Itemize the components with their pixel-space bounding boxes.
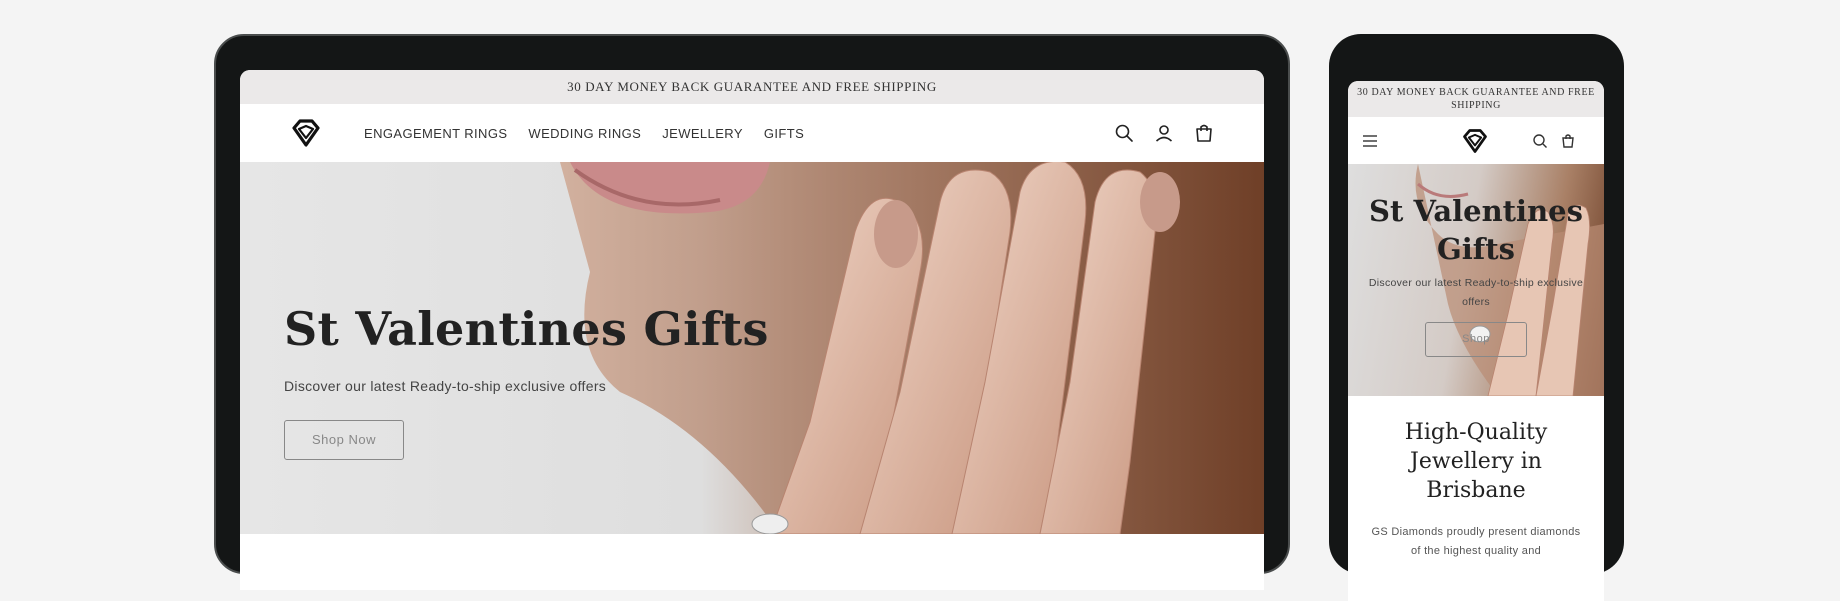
mobile-screen: 30 DAY MONEY BACK GUARANTEE AND FREE SHI… <box>1348 81 1604 601</box>
cart-icon[interactable] <box>1556 129 1580 153</box>
nav-item-jewellery[interactable]: JEWELLERY <box>662 126 743 141</box>
mobile-hero-content: St Valentines Gifts Discover our latest … <box>1348 192 1604 357</box>
cart-icon[interactable] <box>1192 121 1216 145</box>
diamond-logo-icon[interactable] <box>288 117 324 149</box>
account-icon[interactable] <box>1152 121 1176 145</box>
desktop-device-frame: 30 DAY MONEY BACK GUARANTEE AND FREE SHI… <box>214 34 1290 590</box>
search-icon[interactable] <box>1528 129 1552 153</box>
mobile-hero-title: St Valentines Gifts <box>1369 194 1583 266</box>
shop-now-button[interactable]: Shop Now <box>284 420 404 460</box>
hero-title: St Valentines Gifts <box>284 302 769 356</box>
search-icon[interactable] <box>1112 121 1136 145</box>
intro-section: High-Quality Jewellery in Brisbane GS Di… <box>1348 396 1604 561</box>
header-icons <box>1112 121 1216 145</box>
hero-subtitle: Discover our latest Ready-to-ship exclus… <box>284 378 607 394</box>
mobile-device-frame: 30 DAY MONEY BACK GUARANTEE AND FREE SHI… <box>1329 34 1624 601</box>
nav-item-engagement-rings[interactable]: ENGAGEMENT RINGS <box>364 126 507 141</box>
diamond-logo-icon[interactable] <box>1458 127 1492 155</box>
nav-item-wedding-rings[interactable]: WEDDING RINGS <box>528 126 641 141</box>
section-heading: High-Quality Jewellery in Brisbane <box>1404 420 1548 503</box>
announcement-bar: 30 DAY MONEY BACK GUARANTEE AND FREE SHI… <box>240 70 1264 104</box>
mobile-hero-banner: St Valentines Gifts Discover our latest … <box>1348 164 1604 396</box>
section-body: GS Diamonds proudly present diamonds of … <box>1371 526 1581 557</box>
desktop-screen: 30 DAY MONEY BACK GUARANTEE AND FREE SHI… <box>240 70 1264 590</box>
main-nav: ENGAGEMENT RINGS WEDDING RINGS JEWELLERY… <box>364 104 804 162</box>
mobile-header <box>1348 117 1604 164</box>
menu-icon[interactable] <box>1358 129 1382 153</box>
mobile-hero-subtitle: Discover our latest Ready-to-ship exclus… <box>1368 277 1584 308</box>
site-header: ENGAGEMENT RINGS WEDDING RINGS JEWELLERY… <box>240 104 1264 162</box>
mobile-announcement-bar: 30 DAY MONEY BACK GUARANTEE AND FREE SHI… <box>1348 81 1604 117</box>
mobile-shop-button[interactable]: Shop <box>1425 322 1527 357</box>
hero-content: St Valentines Gifts Discover our latest … <box>284 302 769 460</box>
nav-item-gifts[interactable]: GIFTS <box>764 126 804 141</box>
hero-banner: St Valentines Gifts Discover our latest … <box>240 162 1264 534</box>
